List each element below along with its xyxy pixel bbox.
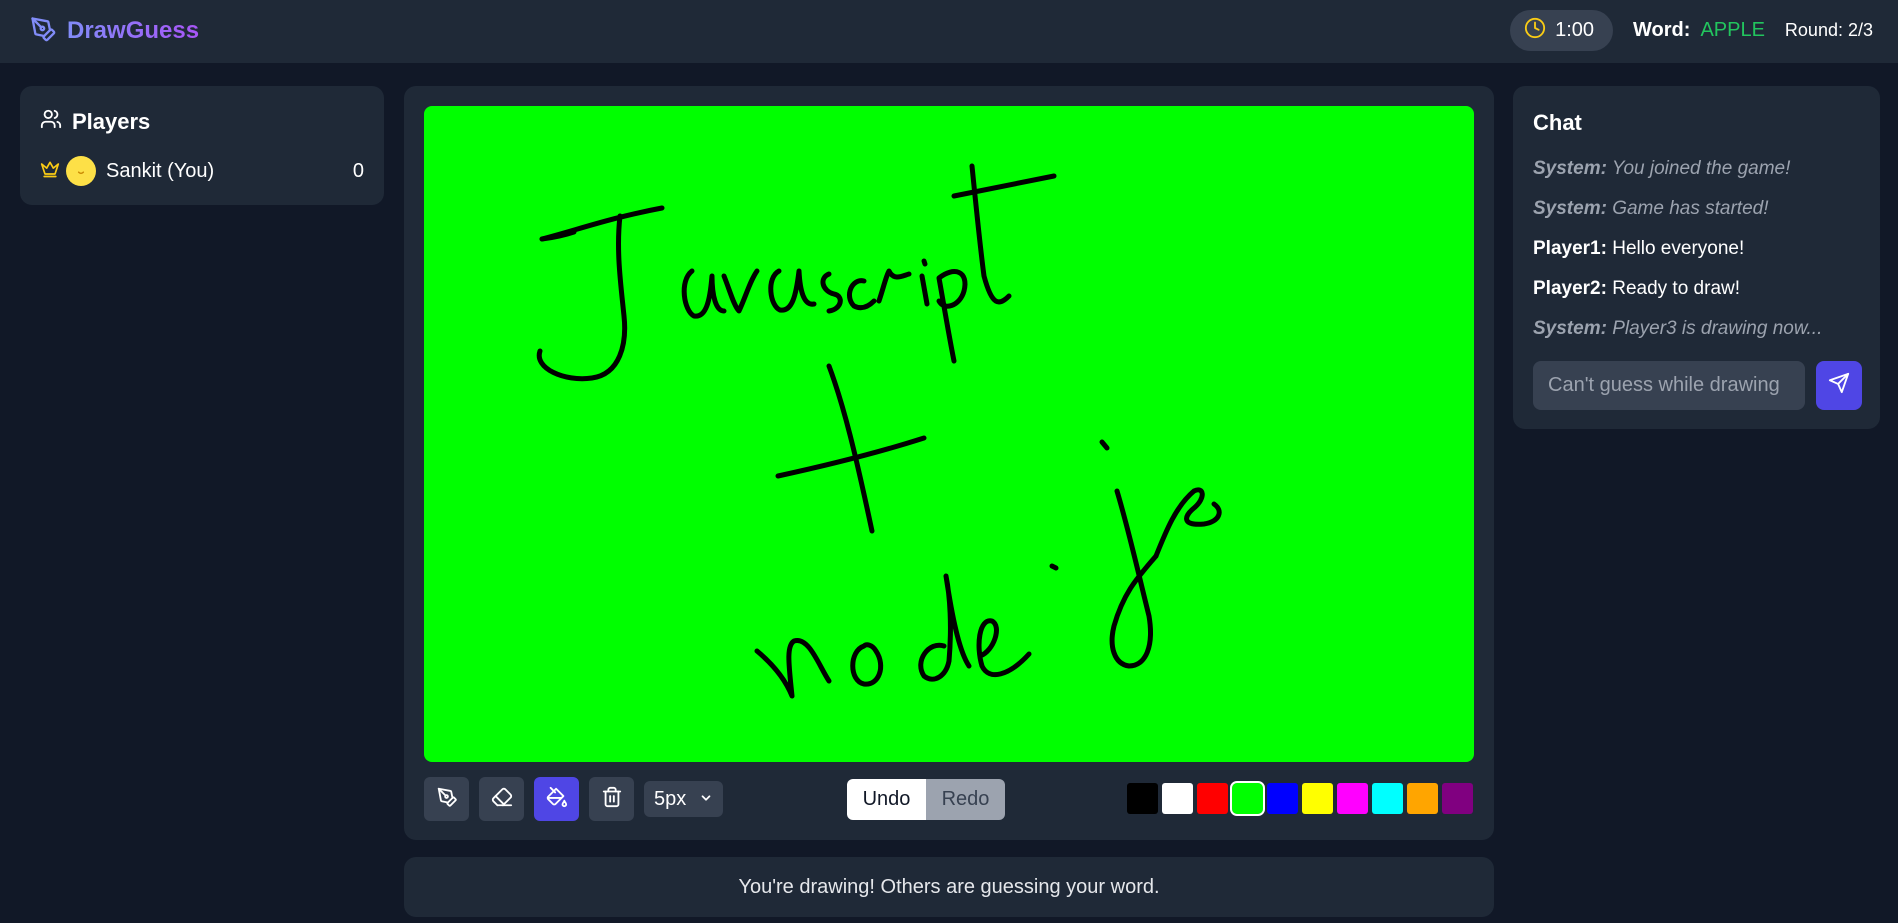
message-text: Game has started!: [1612, 198, 1769, 219]
chat-message: Player2: Ready to draw!: [1533, 278, 1740, 300]
timer-value: 1:00: [1555, 19, 1595, 41]
message-text: You joined the game!: [1611, 158, 1791, 179]
pen-tool-button[interactable]: [424, 777, 469, 821]
users-icon: [40, 108, 62, 136]
clock-icon: [1524, 17, 1546, 45]
chat-message: System: You joined the game!: [1533, 158, 1790, 180]
pen-tool-icon: [29, 15, 57, 48]
send-icon: [1828, 372, 1850, 399]
color-swatch-cyan[interactable]: [1372, 783, 1403, 814]
current-word: APPLE: [1700, 19, 1765, 41]
players-panel: Players Sankit (You) 0: [20, 86, 384, 205]
players-heading: Players: [40, 108, 150, 136]
color-swatch-yellow[interactable]: [1302, 783, 1333, 814]
players-title: Players: [72, 109, 151, 134]
brush-size-select[interactable]: 5px: [644, 781, 723, 817]
redo-button[interactable]: Redo: [926, 779, 1005, 820]
avatar: [66, 156, 96, 186]
color-swatch-red[interactable]: [1197, 783, 1228, 814]
crown-icon: [40, 159, 60, 184]
brush-size-value: 5px: [654, 787, 687, 810]
message-sender: System:: [1533, 318, 1607, 339]
message-sender: Player2:: [1533, 278, 1607, 299]
color-swatch-blue[interactable]: [1267, 783, 1298, 814]
word-label: Word:: [1633, 19, 1691, 41]
chat-message: System: Game has started!: [1533, 198, 1769, 220]
eraser-tool-button[interactable]: [479, 777, 524, 821]
eraser-icon: [491, 786, 513, 813]
chat-message: Player1: Hello everyone!: [1533, 238, 1744, 260]
fill-tool-button[interactable]: [534, 777, 579, 821]
chat-title: Chat: [1533, 110, 1582, 135]
drawing-strokes: [536, 163, 1222, 699]
player-name: Sankit (You): [106, 159, 215, 182]
color-swatch-orange[interactable]: [1407, 783, 1438, 814]
chat-panel: Chat System: You joined the game! System…: [1513, 86, 1880, 429]
paint-bucket-icon: [546, 786, 568, 813]
player-score: 0: [352, 159, 364, 182]
clear-canvas-button[interactable]: [589, 777, 634, 821]
color-swatch-white[interactable]: [1162, 783, 1193, 814]
drawing-toolbar: 5px Undo Redo: [424, 777, 1474, 821]
undo-button[interactable]: Undo: [847, 779, 926, 820]
color-swatch-magenta[interactable]: [1337, 783, 1368, 814]
round-timer: 1:00: [1510, 10, 1614, 51]
drawing-panel: 5px Undo Redo: [404, 86, 1494, 840]
pen-tool-icon: [436, 786, 458, 813]
message-sender: Player1:: [1533, 238, 1607, 259]
player-row: Sankit (You) 0: [40, 155, 364, 187]
message-sender: System:: [1533, 158, 1607, 179]
status-message: You're drawing! Others are guessing your…: [738, 875, 1160, 898]
brand-logo: DrawGuess: [29, 14, 199, 48]
top-bar: DrawGuess 1:00 Word: APPLE Round: 2/3: [0, 0, 1898, 64]
send-button[interactable]: [1816, 361, 1862, 410]
chevron-down-icon: [699, 788, 713, 811]
message-text: Ready to draw!: [1612, 278, 1741, 299]
color-swatch-black[interactable]: [1127, 783, 1158, 814]
brand-name: DrawGuess: [67, 17, 200, 44]
message-text: Hello everyone!: [1612, 238, 1745, 259]
color-swatch-purple[interactable]: [1442, 783, 1473, 814]
chat-input[interactable]: [1533, 361, 1805, 410]
game-info: 1:00 Word: APPLE Round: 2/3: [1510, 10, 1873, 51]
color-swatch-green[interactable]: [1230, 781, 1265, 816]
message-sender: System:: [1533, 198, 1607, 219]
round-indicator: Round: 2/3: [1784, 20, 1873, 40]
message-text: Player3 is drawing now...: [1612, 318, 1823, 339]
drawing-canvas[interactable]: [424, 106, 1474, 762]
trash-icon: [601, 786, 623, 813]
chat-message: System: Player3 is drawing now...: [1533, 318, 1822, 340]
status-bar: You're drawing! Others are guessing your…: [404, 857, 1494, 917]
